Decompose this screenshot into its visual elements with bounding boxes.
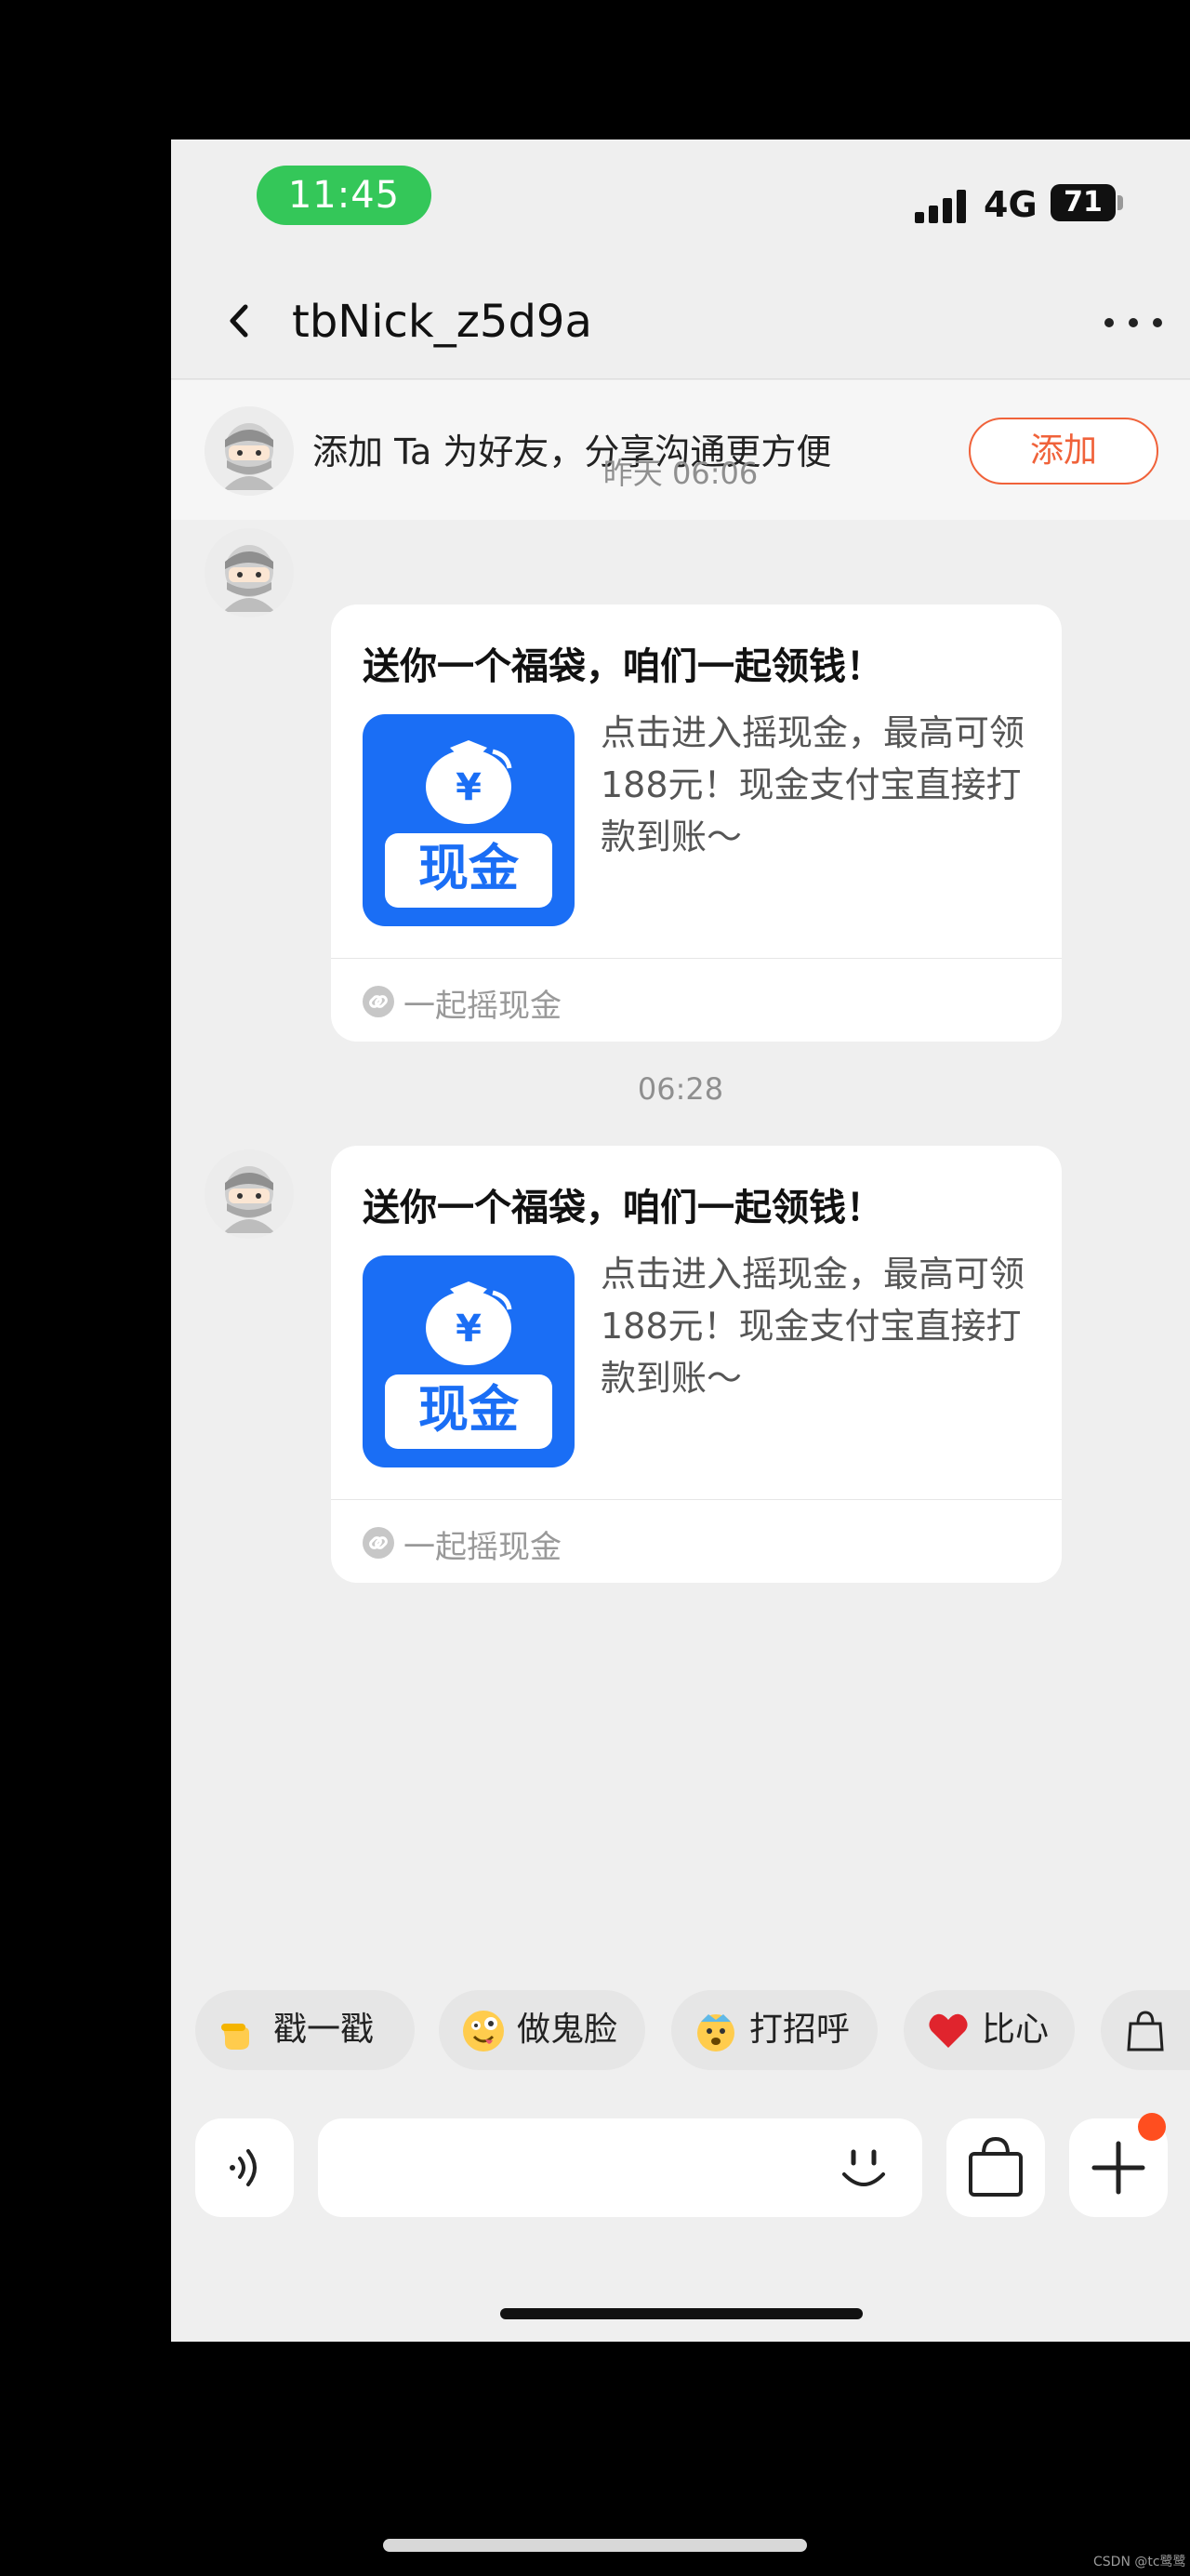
quick-reply-label: 比心 (982, 2011, 1050, 2049)
card-divider (331, 1499, 1062, 1500)
message-timestamp: 06:28 (637, 1071, 724, 1107)
card-link-text: 一起摇现金 (403, 988, 562, 1025)
quick-reply-heart[interactable]: 比心 (904, 1990, 1075, 2070)
battery-icon (1117, 195, 1123, 210)
lucky-bag-message-card[interactable]: 送你一个福袋，咱们一起领钱！ ¥ 现金 点击进入摇现金，最高可领188元！现金支… (331, 1146, 1062, 1583)
card-divider (331, 958, 1062, 959)
yen-symbol: ¥ (456, 1308, 482, 1350)
cellular-signal-icon (915, 190, 967, 223)
notification-dot (1138, 2113, 1166, 2141)
back-button[interactable] (218, 298, 264, 344)
voice-wave-icon (230, 2149, 257, 2186)
greeting-face-icon (697, 2014, 734, 2052)
sender-avatar[interactable] (205, 528, 294, 617)
shopping-bag-button[interactable] (946, 2118, 1045, 2217)
silly-face-icon (463, 2011, 504, 2052)
quick-reply-gift[interactable] (1101, 1990, 1190, 2070)
heart-icon (929, 2013, 968, 2048)
card-title: 送你一个福袋，咱们一起领钱！ (363, 1187, 883, 1229)
card-title: 送你一个福袋，咱们一起领钱！ (363, 645, 883, 688)
quick-reply-label: 打招呼 (749, 2011, 851, 2049)
cash-label: 现金 (418, 839, 520, 897)
emoji-smile-icon[interactable] (835, 2139, 892, 2197)
lucky-bag-message-card[interactable]: 送你一个福袋，咱们一起领钱！ ¥ 现金 点击进入摇现金，最高可领188元！现金支… (331, 604, 1062, 1042)
link-icon (363, 986, 394, 1017)
phone-screen: 11:45 4G 71 tbNick_z5d9a 添加 Ta 为好友，分享沟通更… (171, 139, 1190, 2342)
network-type: 4G (984, 184, 1038, 225)
ninja-avatar-icon (205, 1149, 294, 1239)
quick-reply-label: 戳一戳 (273, 2011, 375, 2049)
battery-level: 71 (1051, 184, 1116, 221)
poke-hand-icon (221, 2024, 249, 2050)
quick-reply-greeting[interactable]: 打招呼 (671, 1990, 878, 2070)
message-input-bar (171, 2113, 1190, 2221)
quick-reply-bar: 戳一戳 做鬼脸 打招呼 比心 (171, 1990, 1190, 2074)
watermark: CSDN @tc鹭鹭 (1093, 2555, 1186, 2569)
more-options-button[interactable] (1101, 298, 1166, 344)
status-time: 11:45 (257, 166, 431, 225)
home-indicator[interactable] (500, 2308, 863, 2319)
chevron-left-icon (230, 304, 248, 338)
quick-reply-silly-face[interactable]: 做鬼脸 (439, 1990, 645, 2070)
cash-bag-icon: ¥ 现金 (363, 1255, 575, 1467)
card-description: 点击进入摇现金，最高可领188元！现金支付宝直接打款到账～ (601, 712, 1025, 857)
message-timestamp: 昨天 06:06 (602, 456, 759, 491)
status-bar: 11:45 4G 71 (171, 139, 1190, 260)
quick-reply-poke[interactable]: 戳一戳 (195, 1990, 415, 2070)
card-link-text: 一起摇现金 (403, 1529, 562, 1566)
card-description: 点击进入摇现金，最高可领188元！现金支付宝直接打款到账～ (601, 1254, 1025, 1399)
chat-header: tbNick_z5d9a (171, 260, 1190, 379)
sender-avatar[interactable] (205, 1149, 294, 1239)
gift-bag-icon (1127, 2011, 1164, 2052)
message-input[interactable] (318, 2118, 922, 2217)
outer-home-indicator (383, 2539, 807, 2552)
ninja-avatar-icon (205, 528, 294, 617)
voice-button[interactable] (195, 2118, 294, 2217)
link-icon (363, 1527, 394, 1559)
quick-reply-label: 做鬼脸 (517, 2011, 618, 2049)
shopping-bag-icon (969, 2136, 1023, 2197)
cash-label: 现金 (418, 1380, 520, 1439)
yen-symbol: ¥ (456, 766, 482, 809)
cash-bag-icon: ¥ 现金 (363, 714, 575, 926)
chat-title: tbNick_z5d9a (292, 296, 592, 348)
